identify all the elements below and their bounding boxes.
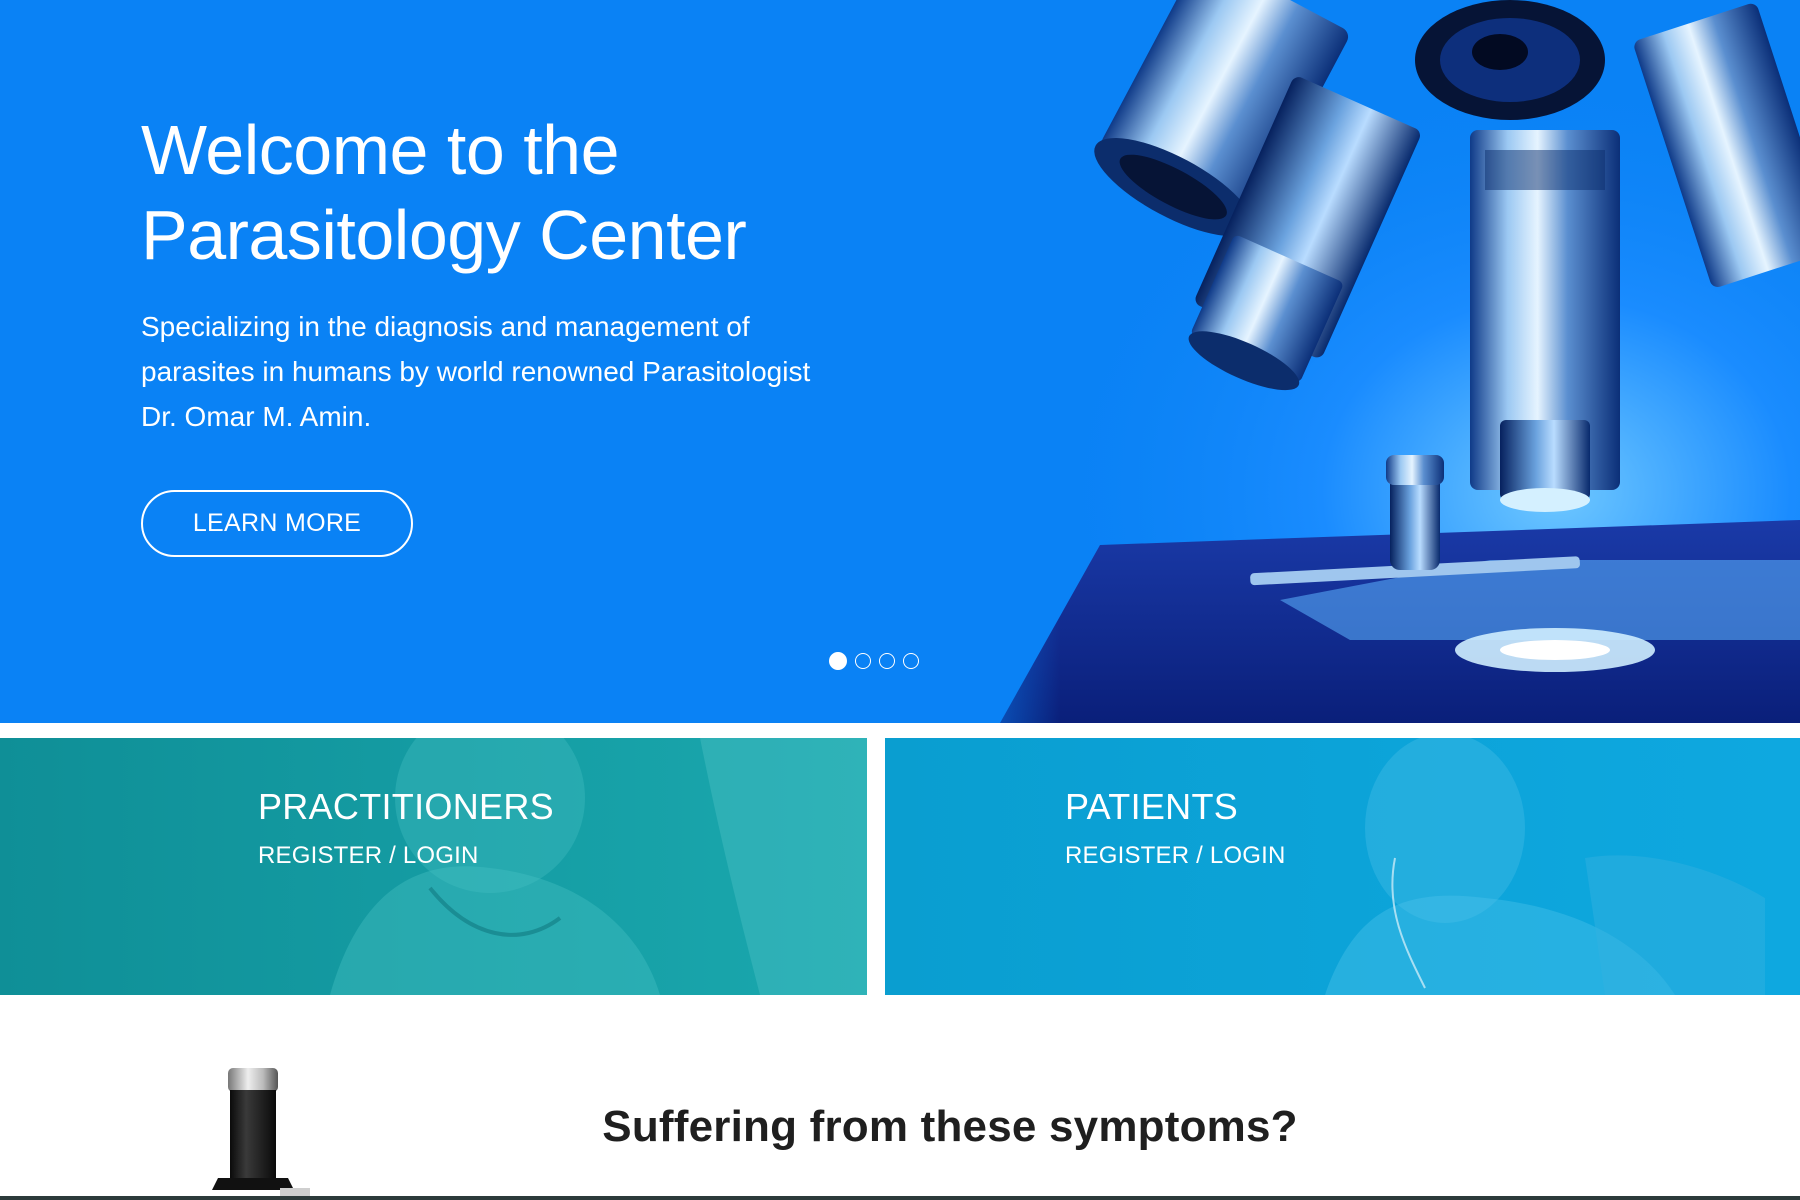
- hero-copy: Welcome to the Parasitology Center Speci…: [141, 108, 861, 439]
- practitioners-text: PRACTITIONERS REGISTER / LOGIN: [258, 785, 554, 871]
- patients-title: PATIENTS: [1065, 786, 1239, 827]
- slide-dot-4[interactable]: [903, 653, 919, 669]
- hero-subtitle: Specializing in the diagnosis and manage…: [141, 311, 811, 432]
- hero-slider: Welcome to the Parasitology Center Speci…: [0, 0, 1800, 723]
- practitioners-register-login-link[interactable]: REGISTER / LOGIN: [258, 841, 554, 871]
- microscope-image: [930, 0, 1800, 723]
- patients-card[interactable]: PATIENTS REGISTER / LOGIN: [885, 738, 1800, 995]
- practitioners-title: PRACTITIONERS: [258, 786, 554, 827]
- patient-photo: [885, 738, 1800, 995]
- hero-title-line1: Welcome to the: [141, 111, 620, 189]
- symptoms-section: Suffering from these symptoms?: [0, 995, 1800, 1200]
- hero-title: Welcome to the Parasitology Center: [141, 108, 861, 278]
- page: Welcome to the Parasitology Center Speci…: [0, 0, 1800, 1200]
- slide-dot-3[interactable]: [879, 653, 895, 669]
- hero-title-line2: Parasitology Center: [141, 196, 747, 274]
- patients-text: PATIENTS REGISTER / LOGIN: [1065, 785, 1286, 871]
- bottom-divider: [0, 1196, 1800, 1200]
- slider-pagination: [829, 652, 919, 670]
- practitioners-card[interactable]: PRACTITIONERS REGISTER / LOGIN: [0, 738, 867, 995]
- symptoms-heading: Suffering from these symptoms?: [602, 1102, 1298, 1151]
- patients-register-login-link[interactable]: REGISTER / LOGIN: [1065, 841, 1286, 871]
- slide-dot-1[interactable]: [829, 652, 847, 670]
- slide-dot-2[interactable]: [855, 653, 871, 669]
- learn-more-button[interactable]: LEARN MORE: [141, 490, 413, 557]
